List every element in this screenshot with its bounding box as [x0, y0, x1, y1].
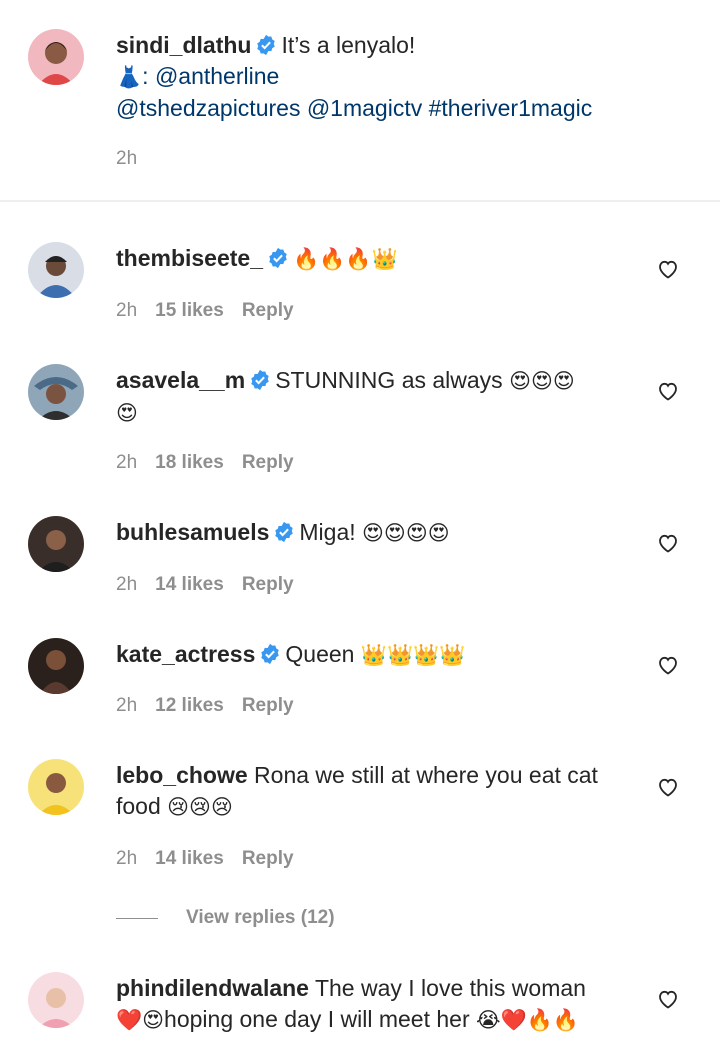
comment-username[interactable]: thembiseete_ [116, 245, 263, 271]
comment-username[interactable]: lebo_chowe [116, 762, 248, 788]
like-heart-icon[interactable] [656, 775, 680, 799]
comment-time: 2h [116, 452, 138, 473]
comment-username[interactable]: asavela__m [116, 367, 245, 393]
comment-emoji: 😍 [116, 401, 138, 425]
mention-link[interactable]: @antherline [155, 63, 279, 89]
verified-badge-icon [255, 34, 277, 56]
comment-emoji: 😭❤️🔥🔥 [476, 1008, 579, 1032]
avatar[interactable] [28, 364, 84, 420]
comment-body: The way I love this woman [314, 975, 586, 1001]
like-heart-icon[interactable] [656, 653, 680, 677]
like-heart-icon[interactable] [656, 379, 680, 403]
like-heart-icon[interactable] [656, 257, 680, 281]
reply-button[interactable]: Reply [242, 300, 294, 321]
comment-username[interactable]: phindilendwalane [116, 975, 309, 1001]
likes-count[interactable]: 15 likes [155, 300, 224, 321]
comment-body: Miga! [299, 519, 363, 545]
comment-body-continued: food [116, 793, 168, 819]
caption-body: It’s a lenyalo! [281, 32, 416, 58]
reply-button[interactable]: Reply [242, 848, 294, 869]
comment-time: 2h [116, 848, 138, 869]
comment-emoji: 😍😍😍😍 [362, 521, 450, 545]
comment-body: Queen [285, 641, 361, 667]
comment-body: STUNNING as always [275, 367, 510, 393]
comment-meta: 2h 14 likes Reply [116, 574, 312, 596]
mention-hashtag-links[interactable]: @tshedzapictures @1magictv #theriver1mag… [116, 95, 592, 121]
comment-meta: 2h 18 likes Reply [116, 452, 312, 474]
comment-emoji: 🔥🔥🔥👑 [293, 247, 398, 271]
verified-badge-icon [259, 643, 281, 665]
reply-button[interactable]: Reply [242, 695, 294, 716]
comment-meta: 2h 14 likes Reply [116, 848, 312, 870]
likes-count[interactable]: 18 likes [155, 452, 224, 473]
comment-time: 2h [116, 695, 138, 716]
comment-text: asavela__m STUNNING as always 😍😍😍 😍 [116, 365, 636, 429]
likes-count[interactable]: 14 likes [155, 848, 224, 869]
comment-text: kate_actress Queen 👑👑👑👑 [116, 639, 636, 671]
comment-time: 2h [116, 300, 138, 321]
caption-meta: 2h [116, 148, 155, 170]
view-replies-line [116, 917, 158, 919]
avatar[interactable] [28, 638, 84, 694]
likes-count[interactable]: 14 likes [155, 574, 224, 595]
comment-emoji: 😍😍😍 [509, 369, 575, 393]
comment-text: buhlesamuels Miga! 😍😍😍😍 [116, 517, 636, 549]
caption-time: 2h [116, 148, 138, 169]
verified-badge-icon [249, 369, 271, 391]
view-replies-label: View replies (12) [186, 907, 335, 928]
verified-badge-icon [273, 521, 295, 543]
comment-emoji: 👑👑👑👑 [360, 643, 466, 667]
comment-username[interactable]: buhlesamuels [116, 519, 269, 545]
verified-badge-icon [267, 247, 289, 269]
comment-text: lebo_chowe Rona we still at where you ea… [116, 760, 636, 823]
comment-meta: 2h 15 likes Reply [116, 300, 312, 322]
view-replies-button[interactable]: View replies (12) [116, 905, 335, 931]
likes-count[interactable]: 12 likes [155, 695, 224, 716]
comment-username[interactable]: kate_actress [116, 641, 255, 667]
avatar[interactable] [28, 972, 84, 1028]
reply-button[interactable]: Reply [242, 574, 294, 595]
comment-text: thembiseete_ 🔥🔥🔥👑 [116, 243, 636, 275]
dress-emoji: 👗 [116, 65, 143, 89]
comment-text: phindilendwalane The way I love this wom… [116, 973, 636, 1036]
caption-separator: : [142, 63, 155, 89]
post-caption: sindi_dlathu It’s a lenyalo! 👗: @antherli… [0, 0, 720, 200]
like-heart-icon[interactable] [656, 987, 680, 1011]
comment-emoji: ❤️😍 [116, 1008, 165, 1032]
reply-button[interactable]: Reply [242, 452, 294, 473]
comment-body-continued: hoping one day I will meet her [164, 1006, 477, 1032]
caption-text: sindi_dlathu It’s a lenyalo! 👗: @antherli… [116, 30, 636, 124]
avatar[interactable] [28, 242, 84, 298]
comment-body: Rona we still at where you eat cat [254, 762, 598, 788]
comment-meta: 2h 12 likes Reply [116, 695, 312, 717]
divider [0, 200, 720, 202]
comment-time: 2h [116, 574, 138, 595]
caption-username[interactable]: sindi_dlathu [116, 32, 251, 58]
avatar[interactable] [28, 29, 84, 85]
comment-emoji: 😢😢😢 [167, 795, 233, 819]
avatar[interactable] [28, 759, 84, 815]
avatar[interactable] [28, 516, 84, 572]
like-heart-icon[interactable] [656, 531, 680, 555]
